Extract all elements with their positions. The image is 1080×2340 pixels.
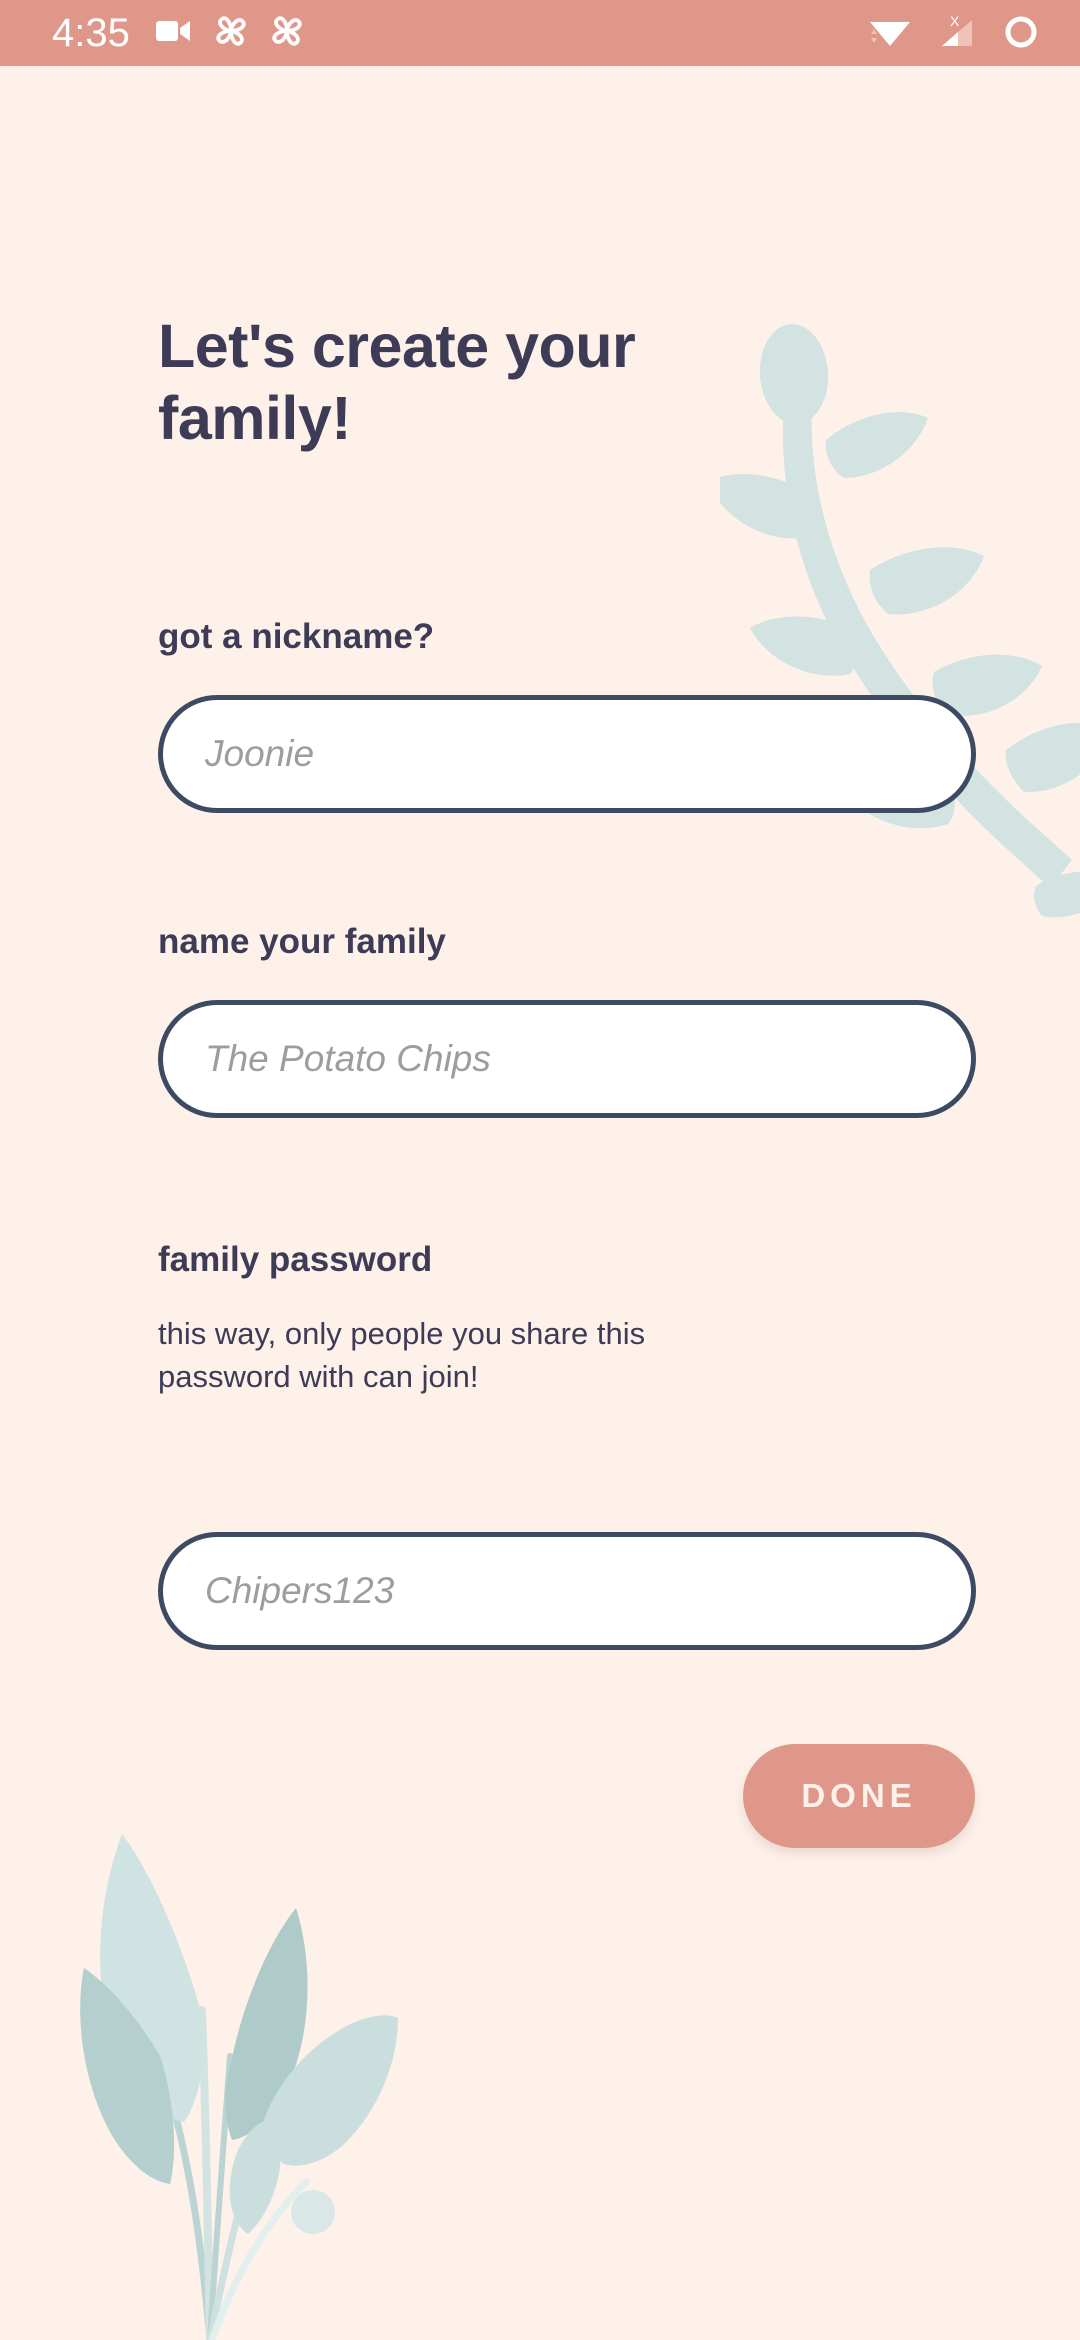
page-title: Let's create your family! — [158, 311, 636, 452]
status-bar-system-icons: X — [866, 12, 1040, 52]
battery-ring-icon — [1005, 16, 1037, 48]
cellular-signal-no-sim-icon: X — [942, 13, 972, 46]
phone-screen: 4:35 X Let's create your family! got a n… — [0, 0, 1080, 2340]
leaf-bouquet-decoration — [80, 1834, 398, 2340]
wifi-icon — [870, 22, 910, 46]
svg-text:X: X — [950, 13, 960, 29]
status-bar: 4:35 X — [0, 0, 1080, 66]
family-password-helper-text: this way, only people you share this pas… — [158, 1316, 646, 1394]
family-password-label: family password — [158, 1240, 433, 1279]
family-name-input[interactable] — [158, 1000, 976, 1118]
nickname-input[interactable] — [158, 695, 976, 813]
pinwheel-icon — [216, 16, 246, 46]
nickname-label: got a nickname? — [158, 617, 435, 656]
done-button[interactable]: DONE — [743, 1744, 975, 1848]
family-password-input[interactable] — [158, 1532, 976, 1650]
pinwheel-icon — [272, 16, 302, 46]
family-name-label: name your family — [158, 922, 446, 961]
status-bar-notification-icons — [156, 14, 304, 48]
status-bar-clock: 4:35 — [52, 11, 130, 55]
video-camera-icon — [156, 21, 190, 41]
